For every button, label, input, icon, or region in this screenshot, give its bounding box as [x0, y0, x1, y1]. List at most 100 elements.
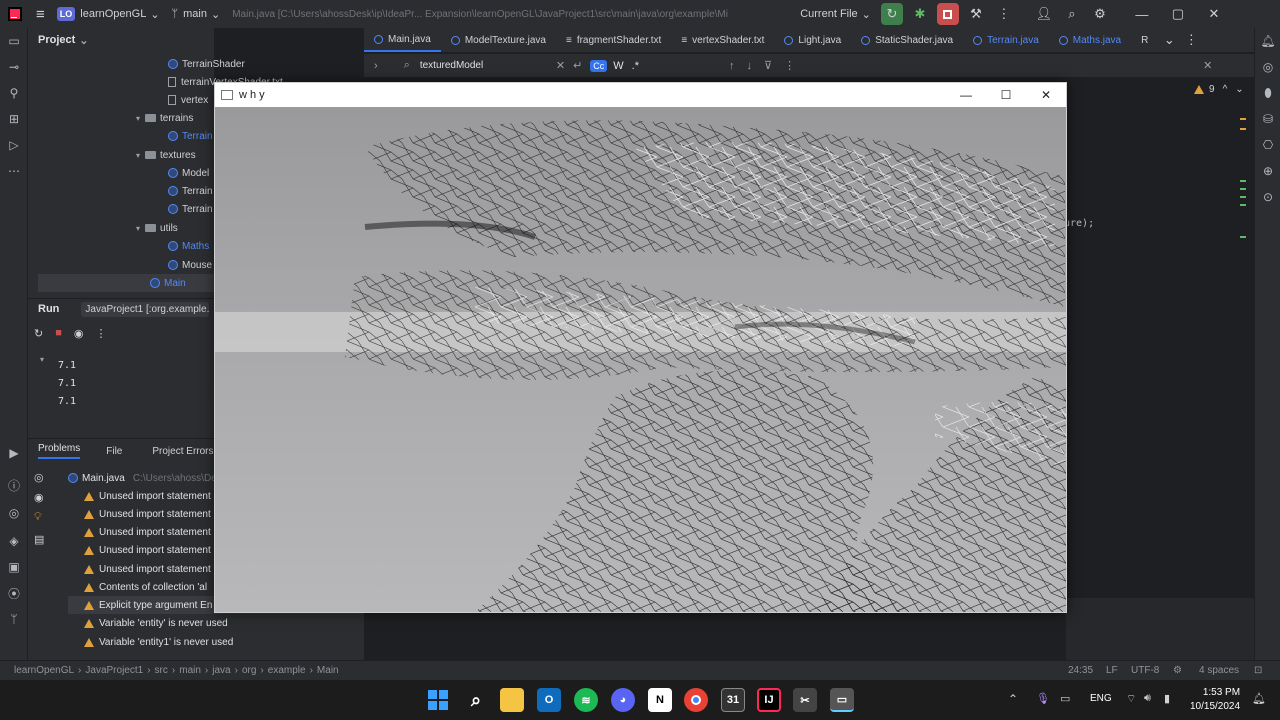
- search-everywhere-button[interactable]: ⌕: [1061, 3, 1083, 25]
- breadcrumb-item[interactable]: JavaProject1: [85, 665, 143, 676]
- add-user-button[interactable]: 👤︎: [1033, 3, 1055, 25]
- tree-item[interactable]: Terrain: [168, 200, 213, 218]
- opengl-window-titlebar[interactable]: w h y — ☐ ✕: [215, 83, 1066, 107]
- services-tool-button[interactable]: ◎: [0, 500, 28, 526]
- battery-icon[interactable]: ▮: [1164, 692, 1170, 705]
- ai-assistant-button[interactable]: ◎: [1255, 54, 1280, 80]
- minimize-ide-button[interactable]: —: [1131, 3, 1153, 25]
- arrow-up-icon[interactable]: ↑: [729, 60, 735, 72]
- ide-logo-icon[interactable]: [0, 0, 30, 28]
- chrome-icon[interactable]: [684, 688, 708, 712]
- notifications-button[interactable]: 🔔︎: [1255, 28, 1280, 54]
- database-button[interactable]: ⛁: [1255, 106, 1280, 132]
- git-branch-tool-button[interactable]: ᛘ: [0, 606, 28, 632]
- notion-icon[interactable]: N: [648, 688, 672, 712]
- tree-item[interactable]: Mouse: [168, 256, 212, 274]
- coverage-button[interactable]: ⊙: [1255, 184, 1280, 210]
- show-hidden-icons[interactable]: ⌃: [1008, 692, 1018, 706]
- problem-item[interactable]: Unused import statement: [84, 487, 211, 505]
- breadcrumb-item[interactable]: learnOpenGL: [14, 665, 74, 676]
- tab-overflow[interactable]: R: [1131, 28, 1158, 52]
- match-case-toggle[interactable]: Cc: [590, 59, 608, 72]
- maximize-ide-button[interactable]: ▢: [1167, 3, 1189, 25]
- tab-project-errors[interactable]: Project Errors: [152, 446, 213, 457]
- start-button[interactable]: [426, 688, 450, 712]
- run-config-tab[interactable]: JavaProject1 [:org.example...: [81, 301, 210, 317]
- newline-icon[interactable]: ↵: [573, 59, 582, 72]
- snipping-tool-icon[interactable]: ✂: [793, 688, 817, 712]
- breadcrumb-item[interactable]: example: [268, 665, 306, 676]
- tree-item[interactable]: TerrainShader: [168, 55, 245, 73]
- opengl-window[interactable]: w h y — ☐ ✕: [214, 82, 1067, 613]
- rerun-button[interactable]: ↻: [880, 3, 903, 25]
- clock[interactable]: 1:53 PM 10/15/2024: [1190, 686, 1240, 714]
- problems-tool-button[interactable]: ⓘ: [0, 472, 28, 498]
- cursor-position[interactable]: 24:35: [1068, 665, 1093, 676]
- render-canvas[interactable]: [215, 107, 1066, 612]
- run-config-selector[interactable]: Current File ⌄: [794, 0, 877, 28]
- breadcrumb-item[interactable]: Main: [317, 665, 339, 676]
- chevron-right-icon[interactable]: ›: [374, 60, 378, 72]
- tree-item[interactable]: vertex: [168, 91, 208, 109]
- filter-icon[interactable]: ⊽: [764, 59, 772, 72]
- problem-item[interactable]: Variable 'entity' is never used: [84, 614, 228, 632]
- search-icon[interactable]: ⌕: [464, 688, 488, 712]
- tree-item[interactable]: Terrain: [168, 127, 213, 145]
- tab-staticshader-java[interactable]: StaticShader.java: [851, 28, 963, 52]
- breadcrumb-item[interactable]: main: [179, 665, 201, 676]
- vcs-tool-button[interactable]: ⚲: [0, 80, 28, 106]
- eye-icon[interactable]: ◉: [74, 327, 84, 340]
- close-button[interactable]: ✕: [1026, 83, 1066, 107]
- problem-item[interactable]: Unused import statement: [84, 523, 211, 541]
- tab-problems[interactable]: Problems: [38, 443, 81, 459]
- stop-icon[interactable]: ■: [55, 327, 62, 340]
- problem-item[interactable]: Unused import statement: [84, 560, 211, 578]
- tree-item[interactable]: Terrain: [168, 182, 213, 200]
- tab-modeltexture-java[interactable]: ModelTexture.java: [441, 28, 556, 52]
- document-icon[interactable]: ▤: [34, 533, 44, 546]
- breadcrumb-item[interactable]: java: [212, 665, 230, 676]
- more-vertical-icon[interactable]: ⋮: [784, 59, 795, 72]
- tab-light-java[interactable]: Light.java: [774, 28, 851, 52]
- refresh-icon[interactable]: ◎: [34, 471, 44, 484]
- lock-icon[interactable]: ⊡: [1254, 665, 1262, 676]
- breadcrumb-item[interactable]: org: [242, 665, 256, 676]
- terminal2-tool-button[interactable]: ▣: [0, 554, 28, 580]
- display-icon[interactable]: ▭: [1060, 692, 1070, 705]
- java-app-icon[interactable]: ▭: [830, 688, 854, 712]
- whole-words-toggle[interactable]: W: [613, 60, 623, 72]
- stop-button[interactable]: [936, 3, 959, 25]
- tree-folder[interactable]: ▾ utils: [136, 219, 178, 237]
- minimize-button[interactable]: —: [946, 83, 986, 107]
- wifi-icon[interactable]: ⌔: [1126, 692, 1136, 706]
- copilot-button[interactable]: ⎔: [1255, 132, 1280, 158]
- language-indicator[interactable]: ENG: [1090, 693, 1112, 704]
- file-explorer-icon[interactable]: [500, 688, 524, 712]
- project-selector[interactable]: LO learnOpenGL ⌄: [51, 0, 166, 28]
- line-separator[interactable]: LF: [1106, 665, 1118, 676]
- problems-tool-button-2[interactable]: ⦿: [0, 580, 28, 606]
- spotify-icon[interactable]: ≋: [574, 688, 598, 712]
- volume-icon[interactable]: 🔊︎: [1144, 692, 1151, 705]
- branch-selector[interactable]: ᛘ main ⌄: [166, 0, 227, 28]
- notification-icon[interactable]: 🔔︎: [1252, 692, 1266, 705]
- tab-terrain-java[interactable]: Terrain.java: [963, 28, 1049, 52]
- lightbulb-icon[interactable]: 💡︎: [34, 511, 42, 524]
- rerun-icon[interactable]: ↻: [34, 327, 43, 340]
- discord-icon[interactable]: ◕: [611, 688, 635, 712]
- problem-item[interactable]: Unused import statement: [84, 541, 211, 559]
- tree-item-selected[interactable]: Main: [38, 274, 214, 292]
- close-find-icon[interactable]: ✕: [1203, 59, 1212, 72]
- project-panel-header[interactable]: Project ⌄: [28, 28, 214, 52]
- layers-tool-button[interactable]: ◈: [0, 528, 28, 554]
- commit-tool-button[interactable]: ⊸: [0, 54, 28, 80]
- intellij-icon[interactable]: IJ: [757, 688, 781, 712]
- outlook-icon[interactable]: O: [537, 688, 561, 712]
- tab-main-java[interactable]: Main.java: [364, 28, 441, 52]
- file-encoding[interactable]: UTF-8: [1131, 665, 1159, 676]
- problem-item[interactable]: Contents of collection 'al: [84, 578, 207, 596]
- structure-tool-button[interactable]: ⊞: [0, 106, 28, 132]
- debug-button[interactable]: ✱: [909, 3, 931, 25]
- more-vertical-icon[interactable]: ⋮: [95, 327, 106, 340]
- tab-vertexshader-txt[interactable]: ≡ vertexShader.txt: [671, 28, 774, 52]
